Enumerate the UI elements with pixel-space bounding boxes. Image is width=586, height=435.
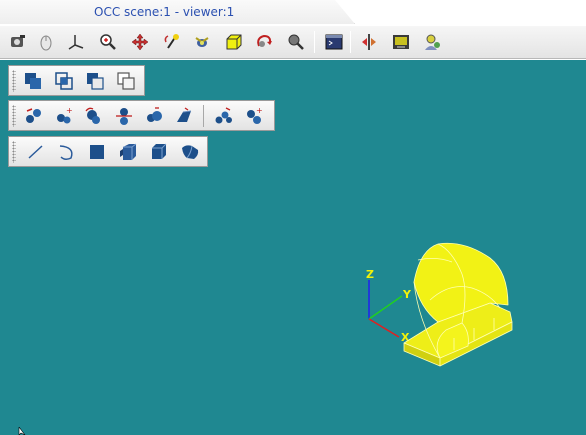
fly-icon[interactable]: [190, 30, 214, 54]
y-axis: [368, 295, 403, 320]
select-mouse-icon[interactable]: [34, 30, 58, 54]
fit-all-icon[interactable]: [6, 30, 30, 54]
trihedron: Z Y X: [366, 268, 412, 344]
x-axis: [368, 318, 400, 338]
snapshot-icon[interactable]: [389, 30, 413, 54]
viewer-tab-title: OCC scene:1 - viewer:1: [94, 5, 235, 19]
toolbar-separator: [314, 31, 315, 53]
scene-canvas[interactable]: Z Y X: [0, 60, 586, 435]
title-bar: OCC scene:1 - viewer:1: [0, 0, 586, 26]
viewer-tab[interactable]: OCC scene:1 - viewer:1: [0, 0, 355, 24]
main-toolbar: [0, 26, 586, 59]
reset-view-icon[interactable]: [252, 30, 276, 54]
z-axis-label: Z: [366, 268, 374, 281]
toolbar-separator: [350, 31, 351, 53]
3d-shape[interactable]: [403, 242, 513, 367]
rotate-icon[interactable]: [160, 30, 184, 54]
users-icon[interactable]: [420, 30, 444, 54]
y-axis-label: Y: [402, 288, 412, 301]
axis-icon[interactable]: [64, 30, 88, 54]
pan-icon[interactable]: [128, 30, 152, 54]
terminal-icon[interactable]: [322, 30, 346, 54]
3d-viewport[interactable]: + + Z Y X: [0, 60, 586, 435]
mouse-cursor-icon: [18, 427, 26, 435]
clipping-icon[interactable]: [284, 30, 308, 54]
shading-icon[interactable]: [222, 30, 246, 54]
split-icon[interactable]: [357, 30, 381, 54]
zoom-icon[interactable]: [96, 30, 120, 54]
